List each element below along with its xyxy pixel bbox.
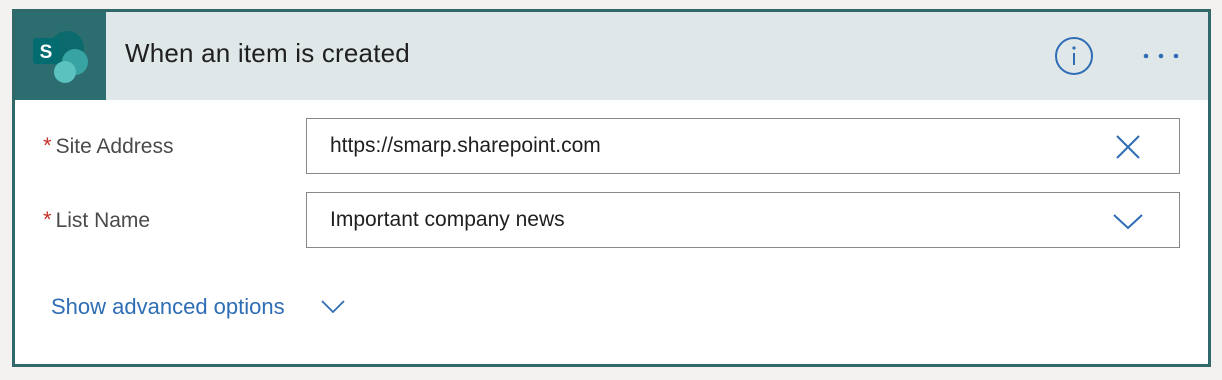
logo-letter: S bbox=[40, 42, 53, 63]
chevron-down-icon bbox=[321, 300, 345, 314]
info-icon bbox=[1055, 37, 1093, 75]
site-address-value: https://smarp.sharepoint.com bbox=[330, 134, 601, 157]
list-name-value: Important company news bbox=[330, 208, 565, 231]
sharepoint-logo: S bbox=[15, 12, 106, 100]
trigger-title: When an item is created bbox=[125, 38, 410, 68]
clear-button[interactable] bbox=[1107, 131, 1149, 163]
required-mark: * bbox=[43, 207, 52, 232]
list-name-label-text: List Name bbox=[55, 209, 151, 232]
site-address-label: * Site Address bbox=[43, 133, 173, 159]
more-options-button[interactable] bbox=[1137, 42, 1193, 70]
more-icon bbox=[1143, 53, 1179, 59]
trigger-card: S When an item is created * Site Address … bbox=[12, 9, 1211, 367]
show-advanced-options-link[interactable]: Show advanced options bbox=[51, 294, 285, 320]
advanced-toggle[interactable] bbox=[318, 295, 348, 319]
chevron-down-icon bbox=[1113, 214, 1143, 230]
site-address-input[interactable]: https://smarp.sharepoint.com bbox=[306, 118, 1180, 174]
site-address-label-text: Site Address bbox=[55, 135, 174, 158]
info-button[interactable] bbox=[1054, 36, 1094, 76]
list-name-dropdown-toggle[interactable] bbox=[1107, 205, 1149, 237]
clear-icon bbox=[1116, 135, 1140, 159]
required-mark: * bbox=[43, 133, 52, 158]
list-name-dropdown[interactable]: Important company news bbox=[306, 192, 1180, 248]
trigger-header[interactable]: S When an item is created bbox=[15, 12, 1208, 100]
sharepoint-icon: S bbox=[33, 31, 88, 83]
list-name-label: * List Name bbox=[43, 207, 150, 233]
